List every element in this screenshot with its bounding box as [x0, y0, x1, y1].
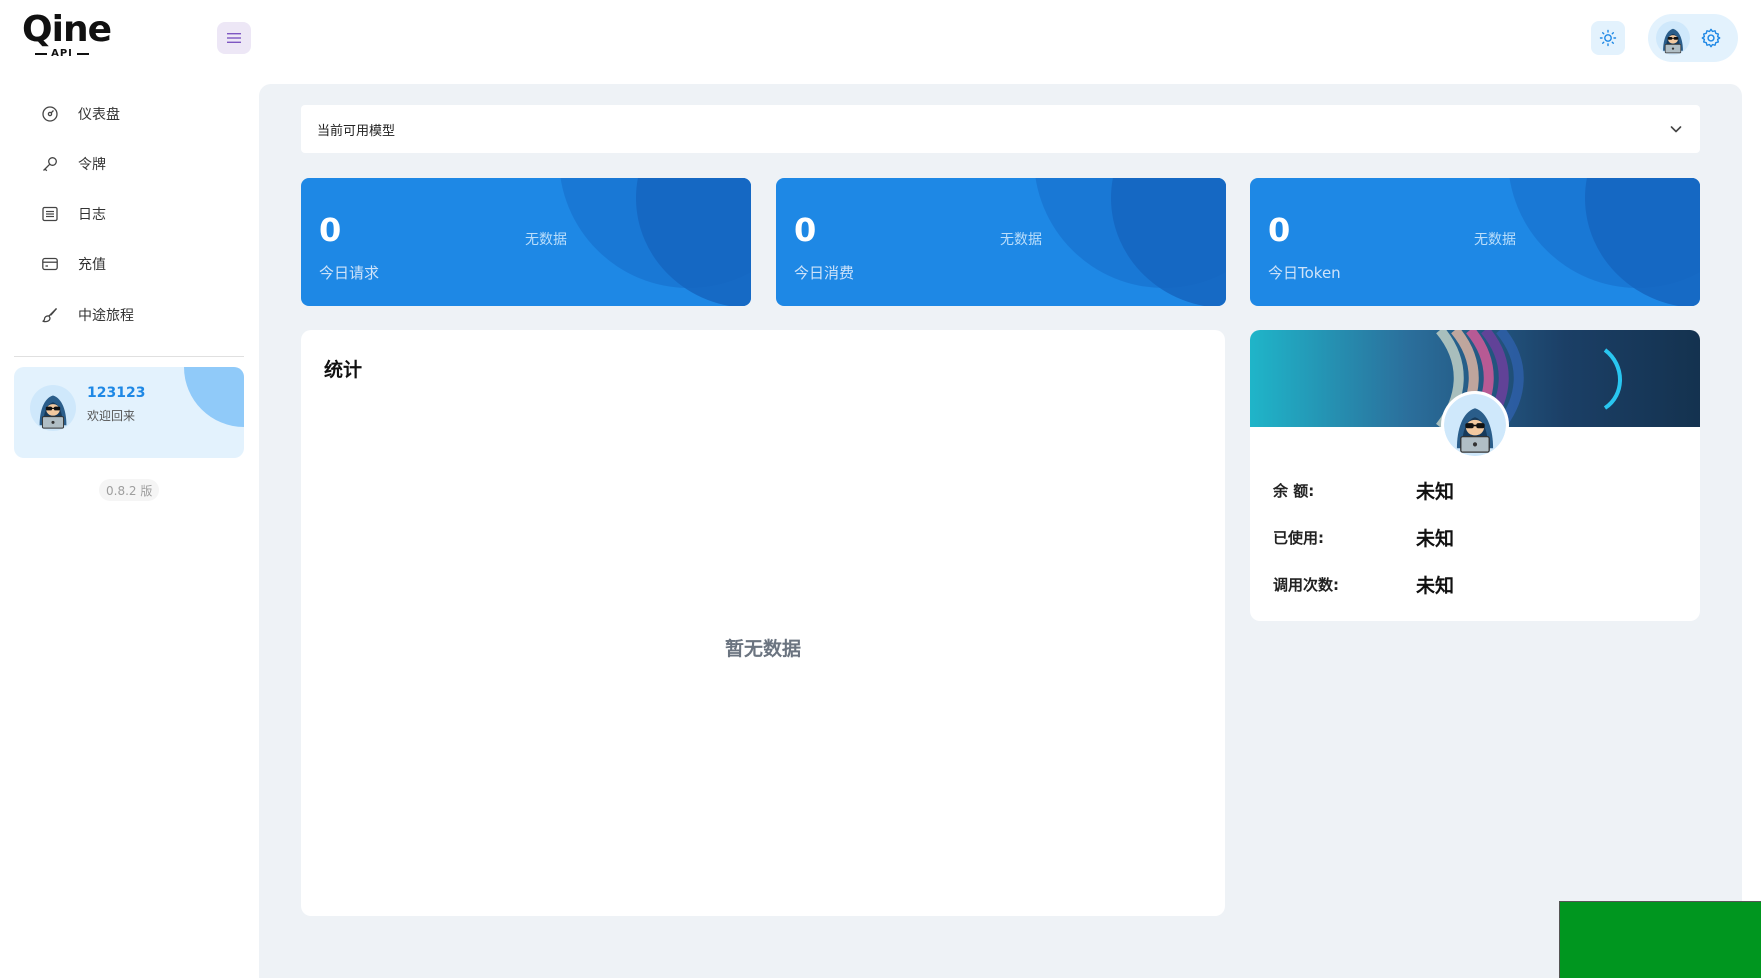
hamburger-icon — [227, 33, 241, 43]
balance-row: 余 额: 未知 — [1273, 477, 1673, 504]
avatar — [1441, 391, 1509, 459]
gear-icon — [1701, 28, 1721, 48]
green-overlay-block — [1559, 901, 1761, 978]
sidebar-item-midjourney[interactable]: 中途旅程 — [14, 293, 244, 337]
sidebar-item-topup[interactable]: 充值 — [14, 242, 244, 286]
stat-value: 0 — [1268, 211, 1291, 249]
call-count-label: 调用次数: — [1273, 576, 1339, 594]
theme-toggle-button[interactable] — [1591, 21, 1625, 55]
statistics-panel: 统计 暂无数据 — [301, 330, 1225, 916]
sidebar-item-tokens[interactable]: 令牌 — [14, 142, 244, 186]
sidebar-item-label: 令牌 — [78, 157, 106, 173]
stat-card-consumption: 0 今日消费 无数据 — [776, 178, 1226, 306]
panel-title: 统计 — [324, 359, 363, 381]
stat-value: 0 — [319, 211, 342, 249]
log-icon — [40, 204, 60, 224]
main-content: 当前可用模型 0 今日请求 无数据 0 今日消费 无数据 0 今日Token 无… — [259, 84, 1742, 978]
stat-label: 今日Token — [1268, 264, 1341, 282]
sidebar-item-label: 中途旅程 — [78, 308, 134, 324]
call-count-value: 未知 — [1416, 575, 1455, 597]
stat-label: 今日消费 — [794, 264, 855, 282]
stat-no-data: 无数据 — [1474, 232, 1516, 248]
used-row: 已使用: 未知 — [1273, 524, 1673, 551]
stat-no-data: 无数据 — [525, 232, 567, 248]
profile-panel: 余 额: 未知 已使用: 未知 调用次数: 未知 — [1250, 330, 1700, 621]
sun-icon — [1599, 29, 1617, 47]
model-select-label: 当前可用模型 — [317, 123, 396, 139]
dashboard-icon — [40, 104, 60, 124]
sidebar-item-logs[interactable]: 日志 — [14, 192, 244, 236]
logo-text: Qine — [22, 9, 112, 50]
sidebar-item-label: 仪表盘 — [78, 107, 120, 123]
stat-card-requests: 0 今日请求 无数据 — [301, 178, 751, 306]
call-count-row: 调用次数: 未知 — [1273, 571, 1673, 598]
menu-toggle-button[interactable] — [217, 22, 251, 54]
sidebar-item-label: 充值 — [78, 257, 106, 273]
stat-label: 今日请求 — [319, 264, 380, 282]
stat-no-data: 无数据 — [1000, 232, 1042, 248]
stat-card-tokens: 0 今日Token 无数据 — [1250, 178, 1700, 306]
sidebar-item-label: 日志 — [78, 207, 106, 223]
sidebar-item-dashboard[interactable]: 仪表盘 — [14, 92, 244, 136]
top-header: Qine API — [0, 0, 1761, 84]
chevron-down-icon — [1670, 126, 1682, 133]
used-label: 已使用: — [1273, 529, 1324, 547]
app-logo[interactable]: Qine API — [22, 9, 112, 64]
balance-label: 余 额: — [1273, 482, 1315, 500]
avatar — [1656, 21, 1690, 55]
user-card[interactable]: 123123 欢迎回来 — [14, 367, 244, 458]
balance-value: 未知 — [1416, 481, 1455, 503]
empty-state: 暂无数据 — [724, 638, 801, 660]
key-icon — [40, 154, 60, 174]
version-badge: 0.8.2 版 — [99, 479, 160, 501]
stat-value: 0 — [794, 211, 817, 249]
avatar — [30, 385, 76, 431]
used-value: 未知 — [1416, 528, 1455, 550]
profile-menu-button[interactable] — [1648, 14, 1738, 62]
username: 123123 — [87, 385, 146, 401]
sidebar: 仪表盘 令牌 日志 充值 中途旅程 123123 欢迎回来 0.8.2 版 — [0, 84, 259, 978]
brush-icon — [40, 305, 60, 325]
welcome-text: 欢迎回来 — [87, 409, 136, 423]
sidebar-divider — [14, 356, 244, 357]
credit-card-icon — [40, 254, 60, 274]
model-select-dropdown[interactable]: 当前可用模型 — [301, 105, 1700, 153]
